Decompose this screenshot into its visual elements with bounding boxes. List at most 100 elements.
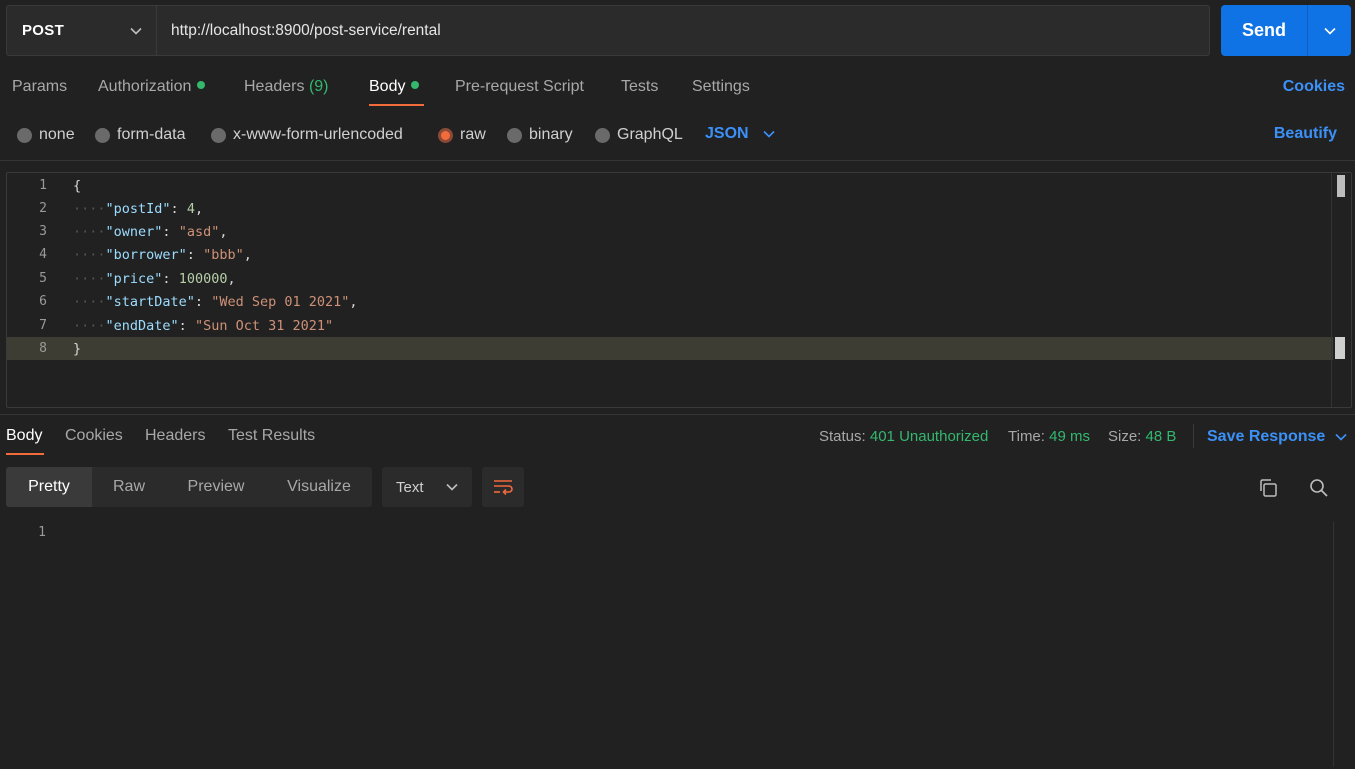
radio-form-data[interactable]: form-data <box>95 126 185 144</box>
copy-icon <box>1260 479 1277 497</box>
radio-icon <box>17 127 32 143</box>
radio-selected-icon <box>438 127 453 143</box>
line-number: 7 <box>39 318 47 333</box>
editor-line: 2 ····"postId": 4, <box>7 197 1333 220</box>
radio-label: raw <box>460 126 486 143</box>
radio-icon <box>95 127 110 143</box>
radio-label: x-www-form-urlencoded <box>233 126 403 143</box>
code-text: ····"borrower": "bbb", <box>73 246 252 263</box>
editor-line: 3 ····"owner": "asd", <box>7 220 1333 243</box>
code-text: ····"startDate": "Wed Sep 01 2021", <box>73 293 358 310</box>
response-tab-body[interactable]: Body <box>6 427 42 445</box>
tab-authorization-label: Authorization <box>98 78 192 95</box>
url-input[interactable] <box>157 6 1209 55</box>
radio-graphql[interactable]: GraphQL <box>595 126 683 144</box>
chevron-down-icon <box>130 27 142 35</box>
view-pretty-button[interactable]: Pretty <box>6 467 92 507</box>
radio-icon <box>211 127 226 143</box>
format-label: Text <box>396 478 424 496</box>
wrap-lines-button[interactable] <box>482 467 524 507</box>
editor-line-current: 8 } <box>7 337 1333 360</box>
code-text: ····"price": 100000, <box>73 270 236 287</box>
active-tab-indicator <box>6 453 44 455</box>
language-select[interactable]: JSON <box>705 125 775 143</box>
tab-headers-label: Headers <box>244 78 305 95</box>
radio-label: none <box>39 126 75 143</box>
editor-line: 6 ····"startDate": "Wed Sep 01 2021", <box>7 290 1333 313</box>
save-response-label: Save Response <box>1207 428 1326 445</box>
line-number: 1 <box>38 525 46 540</box>
response-time: Time: 49 ms <box>1008 428 1090 445</box>
size-value: 48 B <box>1145 428 1177 445</box>
response-scrollbar[interactable] <box>1333 522 1355 767</box>
view-visualize-button[interactable]: Visualize <box>266 467 372 507</box>
code-text: { <box>73 177 82 194</box>
editor-scrollbar[interactable] <box>1331 173 1351 407</box>
send-options-button[interactable] <box>1308 27 1351 35</box>
radio-label: form-data <box>117 126 186 143</box>
radio-binary[interactable]: binary <box>507 126 573 144</box>
radio-label: binary <box>529 126 573 143</box>
response-size: Size: 48 B <box>1108 428 1177 445</box>
status-dot-icon <box>197 81 206 89</box>
view-preview-button[interactable]: Preview <box>166 467 266 507</box>
method-select[interactable]: POST <box>7 6 157 55</box>
language-label: JSON <box>705 125 749 142</box>
headers-count: (9) <box>308 78 329 95</box>
code-text: ····"owner": "asd", <box>73 223 228 240</box>
line-number: 6 <box>39 294 47 309</box>
response-tab-headers[interactable]: Headers <box>145 427 205 445</box>
url-bar: POST <box>6 5 1210 56</box>
response-status: Status: 401 Unauthorized <box>819 428 989 445</box>
tab-body-label: Body <box>369 78 406 95</box>
divider <box>1193 424 1194 448</box>
line-number: 3 <box>39 224 47 239</box>
request-body-editor[interactable]: 1 { 2 ····"postId": 4, 3 ····"owner": "a… <box>6 172 1352 408</box>
tab-prerequest-script[interactable]: Pre-request Script <box>455 78 584 96</box>
code-text: ····"endDate": "Sun Oct 31 2021" <box>73 317 334 334</box>
cookies-link[interactable]: Cookies <box>1283 78 1345 96</box>
scrollbar-cursor-marker <box>1335 337 1345 359</box>
editor-line: 4 ····"borrower": "bbb", <box>7 243 1333 266</box>
code-text: ····"postId": 4, <box>73 200 204 217</box>
radio-raw[interactable]: raw <box>438 126 486 144</box>
response-tabs: Body Cookies Headers Test Results Status… <box>0 420 1355 458</box>
tab-body[interactable]: Body <box>369 78 420 96</box>
radio-none[interactable]: none <box>17 126 75 144</box>
radio-icon <box>507 127 522 143</box>
tab-headers[interactable]: Headers (9) <box>244 78 329 96</box>
status-dot-icon <box>411 81 420 89</box>
chevron-down-icon <box>1335 433 1347 441</box>
request-tabs: Params Authorization Headers (9) Body Pr… <box>0 70 1355 108</box>
line-number: 4 <box>39 247 47 262</box>
beautify-link[interactable]: Beautify <box>1274 125 1337 143</box>
method-label: POST <box>22 22 65 39</box>
wrap-lines-icon <box>494 480 513 495</box>
response-tab-cookies[interactable]: Cookies <box>65 427 123 445</box>
view-raw-button[interactable]: Raw <box>92 467 166 507</box>
response-view-toggle: Pretty Raw Preview Visualize <box>6 467 372 507</box>
search-icon <box>1310 479 1328 497</box>
tab-settings[interactable]: Settings <box>692 78 750 96</box>
response-tab-test-results[interactable]: Test Results <box>228 427 315 445</box>
scrollbar-thumb[interactable] <box>1337 175 1345 197</box>
editor-line: 7 ····"endDate": "Sun Oct 31 2021" <box>7 314 1333 337</box>
line-number: 1 <box>39 178 47 193</box>
tab-tests[interactable]: Tests <box>621 78 658 96</box>
active-tab-indicator <box>369 104 424 106</box>
save-response-button[interactable]: Save Response <box>1207 428 1347 446</box>
response-format-select[interactable]: Text <box>382 467 472 507</box>
body-type-selector: none form-data x-www-form-urlencoded raw… <box>0 118 1355 152</box>
search-button[interactable] <box>1308 477 1330 499</box>
radio-urlencoded[interactable]: x-www-form-urlencoded <box>211 126 403 144</box>
divider <box>0 160 1355 161</box>
radio-icon <box>595 127 610 143</box>
copy-button[interactable] <box>1257 477 1279 499</box>
tab-params[interactable]: Params <box>12 78 67 96</box>
line-number: 8 <box>39 341 47 356</box>
send-button[interactable]: Send <box>1221 5 1351 56</box>
tab-authorization[interactable]: Authorization <box>98 78 206 96</box>
response-body-viewer[interactable]: 1 <box>0 520 1355 769</box>
line-number: 5 <box>39 271 47 286</box>
status-value: 401 Unauthorized <box>869 428 989 445</box>
